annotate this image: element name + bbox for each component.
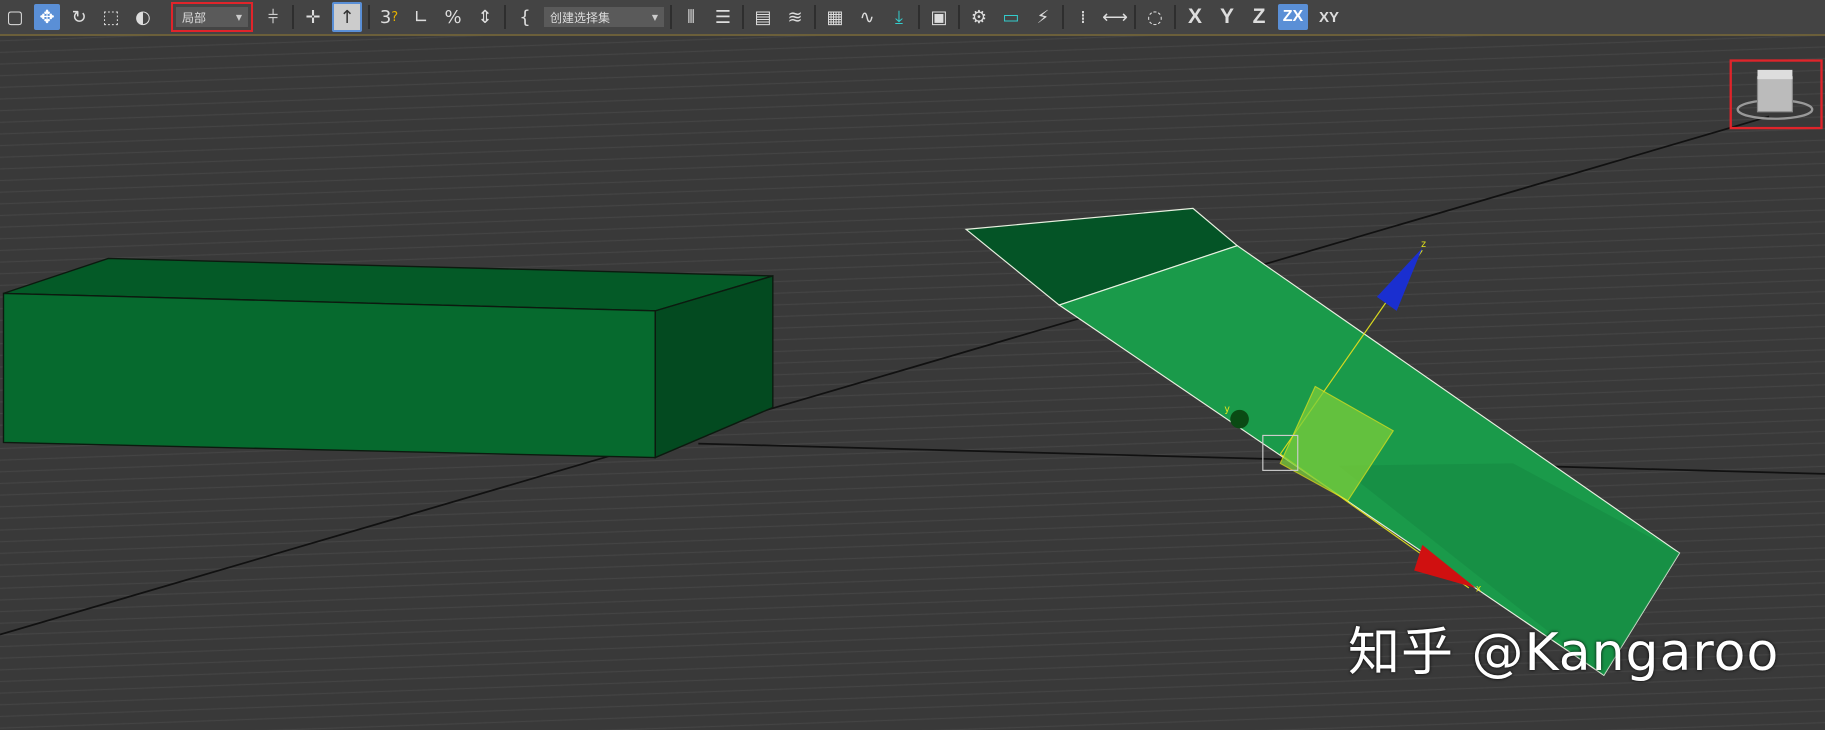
named-selection-value: 创建选择集: [550, 10, 611, 25]
layer-explorer-button[interactable]: ≋: [782, 4, 808, 30]
select-region-icon[interactable]: ▢: [2, 4, 28, 30]
scale-tool-button[interactable]: ⬚: [98, 4, 124, 30]
divider: [1134, 5, 1136, 29]
divider: [1062, 5, 1064, 29]
snap-label: 3: [379, 6, 392, 28]
selection-circle-icon[interactable]: ◌: [1142, 4, 1168, 30]
mirror-button[interactable]: ⫴: [678, 4, 704, 30]
render-setup-icon[interactable]: ⚙: [966, 4, 992, 30]
percent-label: %: [444, 6, 462, 28]
axis-z-button[interactable]: Z: [1246, 4, 1272, 30]
gizmo-label-z: z: [1421, 239, 1426, 250]
select-manipulate-button[interactable]: ✛: [300, 4, 326, 30]
divider: [368, 5, 370, 29]
rotate-tool-button[interactable]: ↻: [66, 4, 92, 30]
divider: [1174, 5, 1176, 29]
chevron-down-icon: ▼: [651, 12, 658, 22]
ribbon-toggle-button[interactable]: ▦: [822, 4, 848, 30]
divider: [742, 5, 744, 29]
divider: [814, 5, 816, 29]
edit-named-selection-button[interactable]: {: [512, 4, 538, 30]
axis-xy-button[interactable]: XY: [1314, 4, 1344, 30]
chevron-down-icon: ▼: [235, 12, 242, 22]
snap-toggle-button[interactable]: 3?: [376, 4, 402, 30]
measure-icon[interactable]: ⟷: [1102, 4, 1128, 30]
scene-explorer-button[interactable]: ▤: [750, 4, 776, 30]
divider: [504, 5, 506, 29]
schematic-view-button[interactable]: ⤓: [886, 4, 912, 30]
watermark: 知乎 @Kangaroo: [1348, 623, 1780, 683]
pivot-center-button[interactable]: ⫩: [260, 4, 286, 30]
snap-options-icon[interactable]: ⁞: [1070, 4, 1096, 30]
divider: [958, 5, 960, 29]
divider: [918, 5, 920, 29]
coordinate-system-dropdown[interactable]: 局部 ▼: [171, 2, 253, 32]
y-axis-handle-icon[interactable]: [1230, 409, 1249, 429]
angle-snap-button[interactable]: ∟: [408, 4, 434, 30]
named-selection-dropdown[interactable]: 创建选择集 ▼: [544, 7, 664, 27]
material-editor-button[interactable]: ▣: [926, 4, 952, 30]
align-button[interactable]: ☰: [710, 4, 736, 30]
percent-snap-button[interactable]: %: [440, 4, 466, 30]
keyboard-shortcut-override-button[interactable]: ↑: [332, 2, 362, 32]
axis-zx-button[interactable]: ZX: [1278, 4, 1308, 30]
box-object[interactable]: [2, 257, 774, 459]
axis-x-button[interactable]: X: [1182, 4, 1208, 30]
divider: [292, 5, 294, 29]
render-production-icon[interactable]: ⚡: [1030, 4, 1056, 30]
curve-editor-button[interactable]: ∿: [854, 4, 880, 30]
gizmo-label-x: x: [1476, 583, 1482, 594]
coordinate-system-value: 局部: [182, 10, 207, 25]
spinner-snap-button[interactable]: ⇕: [472, 4, 498, 30]
divider: [670, 5, 672, 29]
rendered-frame-window-icon[interactable]: ▭: [998, 4, 1024, 30]
axis-y-button[interactable]: Y: [1214, 4, 1240, 30]
place-tool-button[interactable]: ◐: [130, 4, 156, 30]
main-toolbar: ▢ ✥ ↻ ⬚ ◐ 局部 ▼ ⫩ ✛ ↑ 3? ∟ % ⇕ { 创建选择集 ▼ ⫴ …: [0, 0, 1825, 36]
gizmo-label-y: y: [1224, 404, 1230, 415]
move-tool-button[interactable]: ✥: [34, 4, 60, 30]
